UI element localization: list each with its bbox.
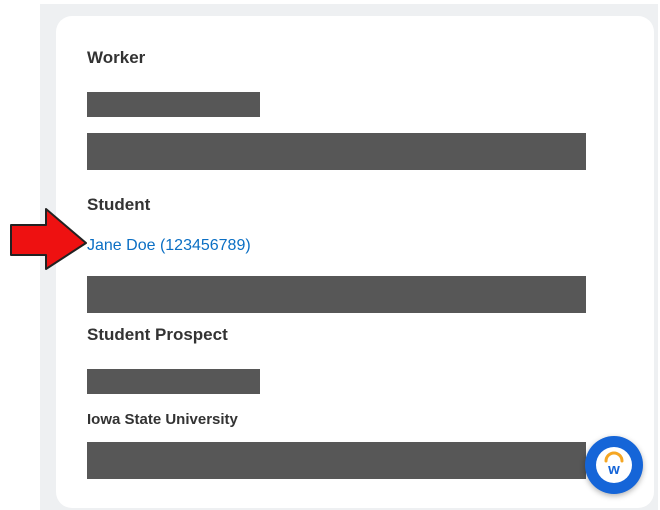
worker-heading: Worker: [87, 48, 146, 67]
fab-letter: w: [607, 461, 620, 478]
redacted-prospect-name: [87, 369, 260, 394]
redacted-worker-details: [87, 133, 586, 170]
redacted-worker-name: [87, 92, 260, 117]
details-card: [56, 16, 654, 508]
redacted-student-details: [87, 276, 586, 313]
redacted-university-details: [87, 442, 586, 479]
red-arrow-icon: [10, 208, 87, 270]
workday-assistant-button[interactable]: w: [585, 436, 643, 494]
student-heading: Student: [87, 195, 151, 214]
university-heading: Iowa State University: [87, 411, 238, 428]
student-link[interactable]: Jane Doe (123456789): [87, 236, 251, 256]
workday-logo-icon: w: [596, 447, 632, 483]
student-prospect-heading: Student Prospect: [87, 325, 228, 344]
